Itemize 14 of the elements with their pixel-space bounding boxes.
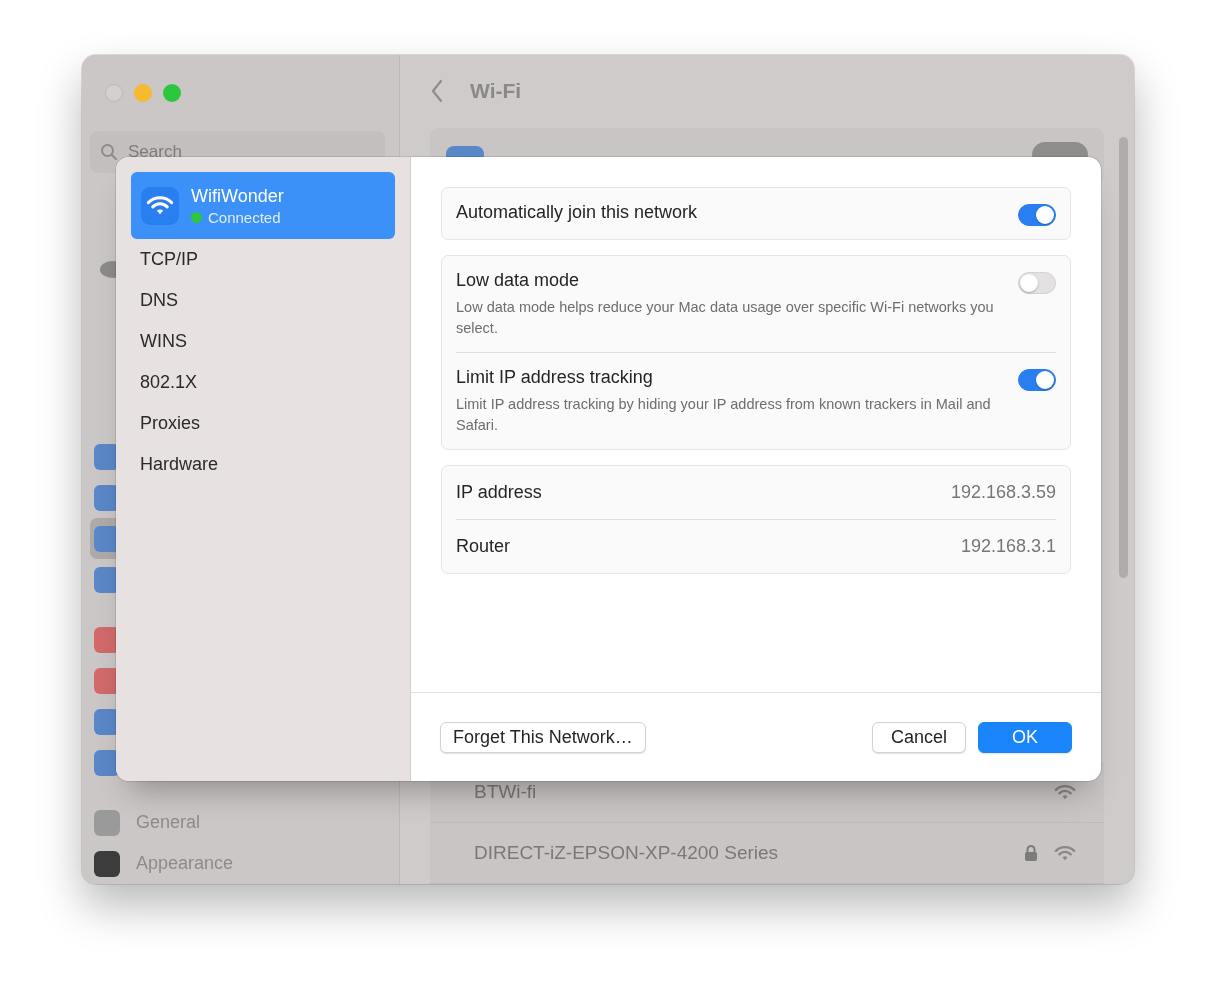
field-label: IP address — [456, 482, 542, 503]
network-name: DIRECT-iZ-EPSON-XP-4200 Series — [474, 842, 779, 864]
network-name: BTWi-fi — [474, 781, 537, 803]
field-value: 192.168.3.59 — [950, 482, 1056, 503]
option-label: Limit IP address tracking — [456, 367, 654, 388]
option-label: Automatically join this network — [456, 202, 698, 223]
page-title: Wi-Fi — [470, 78, 522, 103]
option-label: Low data mode — [456, 270, 581, 291]
option-description: Low data mode helps reduce your Mac data usage over specific Wi-Fi networks you select. — [456, 298, 995, 338]
option-description: Limit IP address tracking by hiding your IP address from known trackers in Mail and Safari. — [456, 395, 992, 435]
field-label: Router — [456, 536, 511, 557]
field-value: 192.168.3.1 — [960, 536, 1056, 557]
status-text: Connected — [208, 208, 281, 226]
network-name: WifiWonder — [191, 185, 284, 207]
